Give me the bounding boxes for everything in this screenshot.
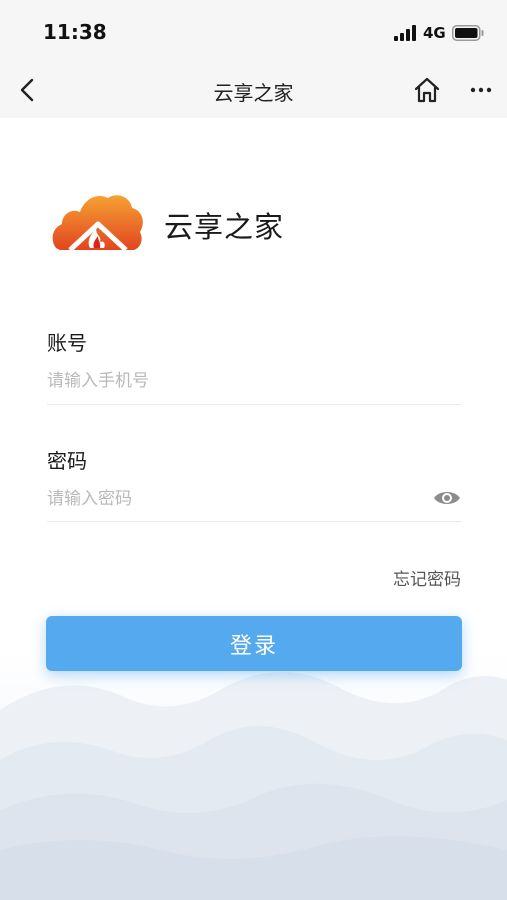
nav-bar: 云享之家 [0,62,507,118]
account-divider [47,404,462,405]
password-input[interactable] [47,486,407,512]
signal-icon [394,25,416,41]
account-input[interactable] [47,368,407,394]
forgot-password-link[interactable]: 忘记密码 [393,565,461,590]
password-divider [47,521,462,522]
account-label: 账号 [47,331,87,355]
home-icon[interactable] [412,76,442,104]
eye-icon[interactable] [433,488,461,508]
password-label: 密码 [47,449,87,473]
status-time: 11:38 [43,20,107,44]
more-icon[interactable] [467,76,495,104]
network-type: 4G [423,24,446,42]
logo-icon [52,195,143,252]
battery-icon [452,25,484,41]
login-button[interactable]: 登录 [46,616,462,671]
login-content: 云享之家 账号 密码 忘记密码 登录 [0,118,507,900]
app-name: 云享之家 [164,210,285,244]
mountain-background [0,650,507,900]
status-bar: 11:38 4G [0,0,507,62]
